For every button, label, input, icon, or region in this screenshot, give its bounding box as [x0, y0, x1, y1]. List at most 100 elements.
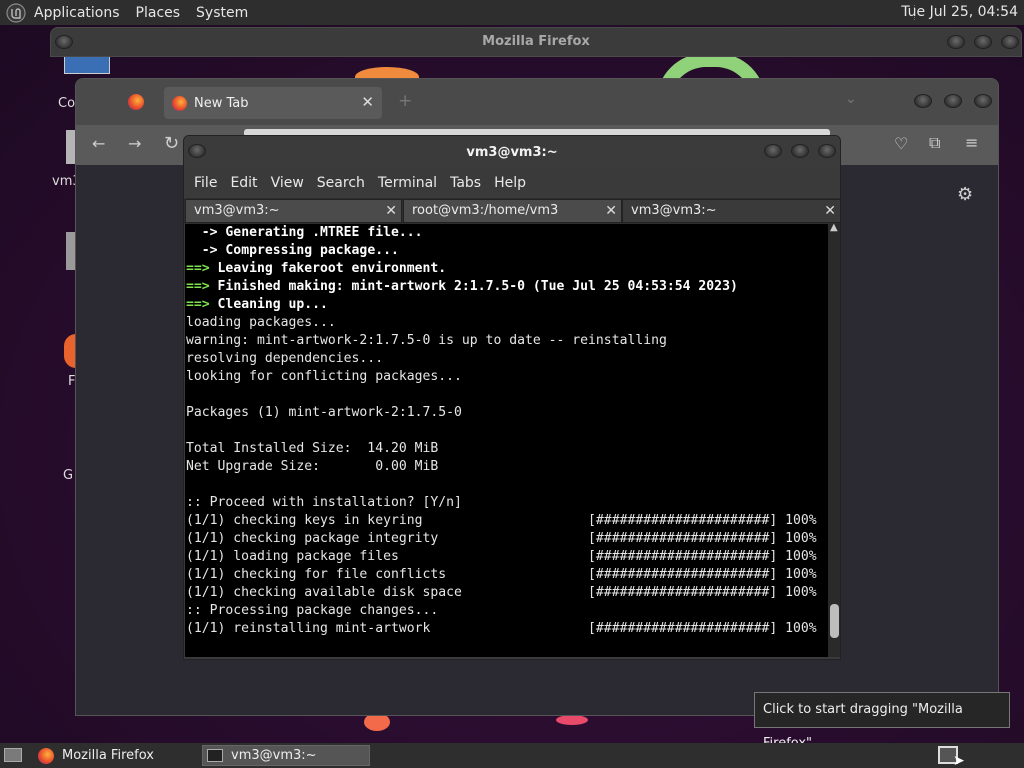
terminal-output[interactable]: -> Generating .MTREE file... -> Compress… — [185, 224, 828, 657]
scrollbar-thumb[interactable] — [830, 604, 839, 638]
list-tabs-icon[interactable]: ⌄ — [845, 91, 857, 107]
menu-file[interactable]: File — [194, 175, 217, 191]
terminal-line-prefix: -> — [186, 243, 226, 258]
maximize-button[interactable] — [944, 94, 962, 108]
close-tab-icon[interactable]: ✕ — [824, 200, 836, 222]
close-tab-icon[interactable]: ✕ — [605, 200, 617, 222]
firefox-icon — [38, 747, 54, 764]
terminal-line: (1/1) checking for file conflicts [#####… — [186, 566, 828, 584]
close-button[interactable] — [818, 144, 836, 158]
taskbar-item-label: Mozilla Firefox — [62, 748, 154, 763]
terminal-titlebar[interactable]: vm3@vm3:~ — [184, 136, 840, 168]
terminal-line: (1/1) reinstalling mint-artwork [#######… — [186, 620, 828, 638]
terminal-tab-2[interactable]: root@vm3:/home/vm3 ✕ — [403, 199, 622, 223]
terminal-title: vm3@vm3:~ — [466, 145, 558, 160]
terminal-line: looking for conflicting packages... — [186, 368, 828, 386]
terminal-line-text: Finished making: mint-artwork 2:1.7.5-0 … — [217, 279, 738, 294]
terminal-line: (1/1) loading package files [###########… — [186, 548, 828, 566]
minimize-button[interactable] — [914, 94, 932, 108]
terminal-line-text: (1/1) checking for file conflicts [#####… — [186, 567, 817, 582]
window-title: Mozilla Firefox — [482, 34, 590, 49]
terminal-tab-bar: vm3@vm3:~ ✕ root@vm3:/home/vm3 ✕ vm3@vm3… — [184, 198, 840, 224]
terminal-line-text: Net Upgrade Size: 0.00 MiB — [186, 459, 439, 474]
terminal-tab-label: vm3@vm3:~ — [631, 203, 717, 218]
terminal-icon — [207, 749, 223, 762]
forward-arrow-icon[interactable]: → — [128, 134, 141, 153]
taskbar-item-firefox[interactable]: Mozilla Firefox — [36, 745, 196, 766]
terminal-line: :: Proceed with installation? [Y/n] — [186, 494, 828, 512]
scroll-up-arrow-icon[interactable]: ▲ — [830, 222, 838, 233]
terminal-tab-3-active[interactable]: vm3@vm3:~ ✕ — [622, 199, 840, 223]
back-arrow-icon[interactable]: ← — [92, 134, 105, 153]
terminal-line-text: Compressing package... — [225, 243, 399, 258]
menu-help[interactable]: Help — [494, 175, 526, 191]
terminal-line: Packages (1) mint-artwork-2:1.7.5-0 — [186, 404, 828, 422]
show-desktop-icon[interactable] — [4, 748, 22, 762]
minimize-button[interactable] — [947, 35, 965, 49]
close-button[interactable] — [1001, 35, 1019, 49]
close-tab-icon[interactable]: ✕ — [385, 200, 397, 222]
menu-edit[interactable]: Edit — [230, 175, 257, 191]
terminal-line-text: (1/1) checking keys in keyring [########… — [186, 513, 817, 528]
extensions-icon[interactable]: ⧉ — [929, 133, 940, 153]
terminal-line-text: (1/1) loading package files [###########… — [186, 549, 817, 564]
new-tab-icon[interactable]: + — [398, 91, 412, 111]
terminal-line-text: resolving dependencies... — [186, 351, 384, 366]
reload-icon[interactable]: ↻ — [164, 133, 179, 154]
mint-logo-icon[interactable] — [6, 2, 26, 23]
terminal-tab-1[interactable]: vm3@vm3:~ ✕ — [185, 199, 402, 223]
menu-view[interactable]: View — [271, 175, 304, 191]
tab-new-tab[interactable]: New Tab ✕ — [164, 87, 382, 119]
maximize-button[interactable] — [791, 144, 809, 158]
taskbar-item-label: vm3@vm3:~ — [231, 748, 317, 763]
close-button[interactable] — [974, 94, 992, 108]
terminal-line-prefix: ==> — [186, 279, 218, 294]
terminal-line-prefix: ==> — [186, 297, 218, 312]
firefox-outer-window[interactable]: Mozilla Firefox — [50, 27, 1022, 57]
menu-search[interactable]: Search — [317, 175, 365, 191]
terminal-line: ==> Cleaning up... — [186, 296, 828, 314]
terminal-line: resolving dependencies... — [186, 350, 828, 368]
minimize-button[interactable] — [764, 144, 782, 158]
desktop-icon-label: G — [63, 468, 74, 483]
terminal-line-text: :: Proceed with installation? [Y/n] — [186, 495, 462, 510]
terminal-line: -> Generating .MTREE file... — [186, 224, 828, 242]
terminal-line-text: (1/1) reinstalling mint-artwork [#######… — [186, 621, 817, 636]
terminal-line-text: loading packages... — [186, 315, 336, 330]
desktop-icon-g[interactable]: G — [63, 468, 73, 483]
terminal-scrollbar[interactable]: ▲ — [828, 222, 840, 657]
terminal-line-text: Packages (1) mint-artwork-2:1.7.5-0 — [186, 405, 462, 420]
terminal-line-prefix: -> — [186, 225, 226, 240]
terminal-line-text: Generating .MTREE file... — [225, 225, 423, 240]
system-menu[interactable]: System — [196, 5, 248, 21]
menu-terminal[interactable]: Terminal — [378, 175, 437, 191]
clock[interactable]: Tue Jul 25, 04:54 — [901, 4, 1018, 20]
hamburger-menu-icon[interactable]: ≡ — [965, 133, 978, 152]
terminal-line-text: Total Installed Size: 14.20 MiB — [186, 441, 439, 456]
terminal-menubar: File Edit View Search Terminal Tabs Help — [184, 168, 840, 198]
settings-gear-icon[interactable]: ⚙ — [957, 184, 973, 205]
maximize-button[interactable] — [974, 35, 992, 49]
terminal-window: vm3@vm3:~ File Edit View Search Terminal… — [183, 135, 841, 660]
terminal-line-text: looking for conflicting packages... — [186, 369, 462, 384]
taskbar-item-terminal[interactable]: vm3@vm3:~ — [202, 745, 370, 766]
firefox-favicon-icon — [172, 95, 187, 111]
tab-title: New Tab — [194, 95, 249, 111]
places-menu[interactable]: Places — [136, 5, 181, 21]
pocket-icon[interactable]: ♡ — [894, 134, 908, 153]
terminal-line-text: Leaving fakeroot environment. — [217, 261, 447, 276]
terminal-line: Total Installed Size: 14.20 MiB — [186, 440, 828, 458]
top-panel: Applications Places System Tue Jul 25, 0… — [0, 0, 1024, 25]
terminal-line: (1/1) checking keys in keyring [########… — [186, 512, 828, 530]
terminal-line: warning: mint-artwork-2:1.7.5-0 is up to… — [186, 332, 828, 350]
firefox-menu-icon[interactable] — [128, 94, 144, 110]
terminal-line-text: :: Processing package changes... — [186, 603, 439, 618]
close-tab-icon[interactable]: ✕ — [361, 93, 374, 111]
applications-menu[interactable]: Applications — [34, 5, 120, 21]
firefox-tab-bar: New Tab ✕ + ⌄ — [76, 79, 998, 125]
terminal-line-prefix: ==> — [186, 261, 218, 276]
menu-tabs[interactable]: Tabs — [450, 175, 481, 191]
